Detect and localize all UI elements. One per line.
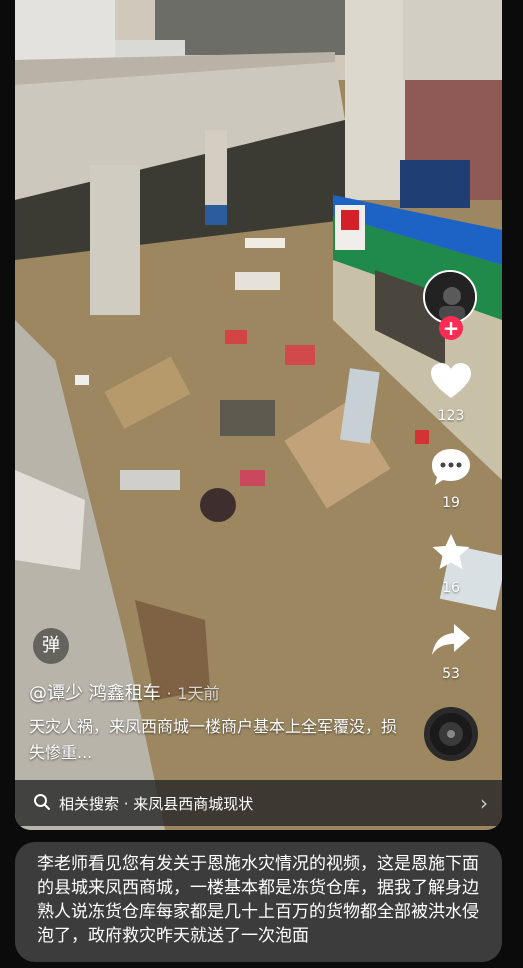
comment-count: 19	[442, 495, 460, 511]
search-icon	[33, 793, 51, 815]
related-search-text: 相关搜索 · 来凤县西商城现状	[59, 795, 254, 813]
comment-icon	[432, 449, 470, 485]
favorite-button[interactable]: 16	[423, 532, 479, 596]
chevron-right-icon: ›	[480, 791, 488, 815]
author-name[interactable]: @谭少 鸿鑫租车	[29, 683, 161, 704]
related-search-bar[interactable]: 相关搜索 · 来凤县西商城现状 ›	[15, 780, 502, 826]
share-button[interactable]: 53	[423, 622, 479, 682]
like-count: 123	[437, 408, 465, 424]
author-line: @谭少 鸿鑫租车 · 1天前	[29, 679, 219, 705]
music-disc-icon[interactable]	[424, 707, 478, 761]
video-caption[interactable]: 天灾人祸，来凤西商城一楼商户基本上全军覆没，损失惨重...	[29, 714, 399, 766]
star-icon	[432, 534, 470, 569]
time-separator: ·	[166, 684, 172, 703]
danmu-toggle-button[interactable]: 弹	[33, 628, 69, 664]
share-count: 53	[442, 666, 460, 682]
share-icon	[432, 624, 470, 655]
post-time: 1天前	[177, 684, 220, 703]
favorite-count: 16	[442, 580, 460, 596]
like-button[interactable]: 123	[423, 362, 479, 424]
follow-plus-icon[interactable]: +	[439, 316, 463, 340]
comment-message: 李老师看见您有发关于恩施水灾情况的视频，这是恩施下面的县城来凤西商城，一楼基本都…	[15, 842, 502, 962]
heart-icon	[431, 363, 471, 398]
comment-button[interactable]: 19	[423, 447, 479, 511]
